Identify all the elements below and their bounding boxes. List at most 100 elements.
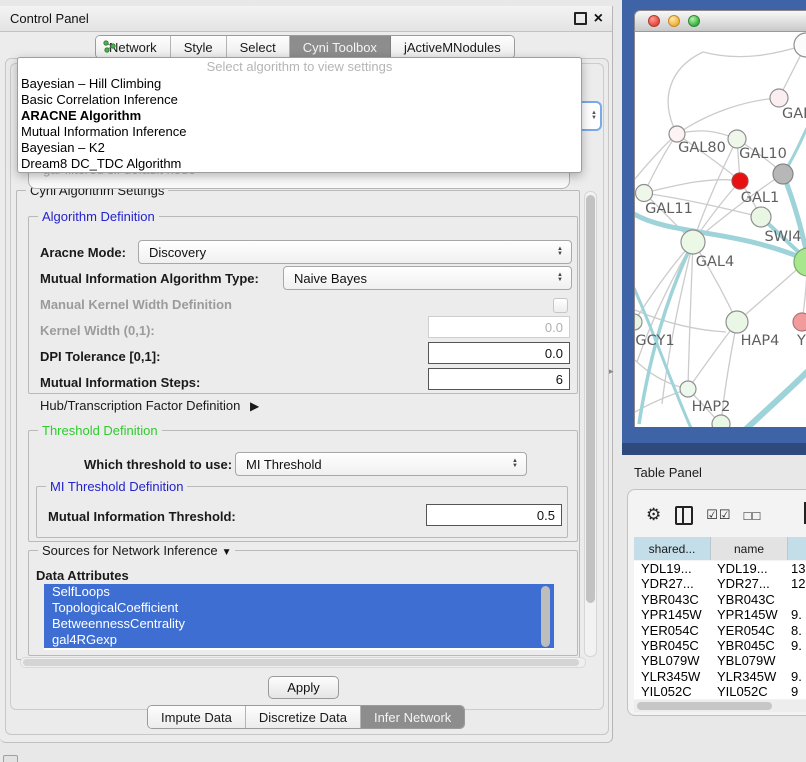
network-node[interactable] bbox=[712, 415, 730, 427]
network-window-titlebar[interactable] bbox=[634, 10, 806, 32]
dpi-tolerance-field[interactable]: 0.0 bbox=[428, 342, 570, 364]
mi-steps-label: Mutual Information Steps: bbox=[40, 375, 200, 390]
mi-steps-field[interactable]: 6 bbox=[428, 368, 570, 390]
mi-threshold-definition-title: MI Threshold Definition bbox=[46, 479, 187, 494]
splitter-handle-icon[interactable]: ▸ bbox=[609, 366, 614, 377]
network-node-label: GAL bbox=[782, 106, 806, 122]
data-attribute-item[interactable]: TopologicalCoefficient bbox=[44, 600, 554, 616]
column-header-clipped[interactable] bbox=[788, 537, 806, 560]
network-node-label: GAL80 bbox=[678, 140, 726, 156]
network-node[interactable] bbox=[773, 164, 793, 184]
column-header-shared-name[interactable]: shared... bbox=[634, 537, 711, 560]
close-traffic-light-icon[interactable] bbox=[648, 15, 660, 27]
which-threshold-label: Which threshold to use: bbox=[84, 457, 232, 472]
minimize-traffic-light-icon[interactable] bbox=[668, 15, 680, 27]
control-panel-tab[interactable]: jActiveMNodules bbox=[391, 36, 514, 58]
table-row[interactable]: YBL079W YBL079W bbox=[634, 653, 806, 668]
apply-button[interactable]: Apply bbox=[268, 676, 339, 699]
table-horizontal-scrollbar-thumb[interactable] bbox=[637, 702, 772, 710]
network-svg: GALGAL80GAL10GAL1GAL11SWI4GAL4GCY1HAP4YH… bbox=[635, 32, 806, 427]
table-row[interactable]: YLR345W YLR345W 9. bbox=[634, 669, 806, 684]
table-horizontal-scrollbar[interactable] bbox=[634, 700, 806, 712]
manual-kernel-width-checkbox[interactable] bbox=[553, 298, 568, 313]
split-columns-icon[interactable] bbox=[675, 506, 693, 525]
algorithm-dropdown-list: Bayesian – Hill ClimbingBasic Correlatio… bbox=[18, 76, 581, 172]
table-row[interactable]: YBR045C YBR045C 9. bbox=[634, 638, 806, 653]
table-row[interactable]: YBR043C YBR043C bbox=[634, 592, 806, 607]
mi-threshold-field[interactable]: 0.5 bbox=[426, 504, 562, 526]
table-row[interactable]: YDL19... YDL19... 13 bbox=[634, 561, 806, 576]
zoom-traffic-light-icon[interactable] bbox=[688, 15, 700, 27]
network-node[interactable] bbox=[680, 381, 696, 397]
data-attribute-item[interactable]: BetweennessCentrality bbox=[44, 616, 554, 632]
close-icon[interactable]: × bbox=[594, 13, 603, 25]
hub-definition-label: Hub/Transcription Factor Definition bbox=[40, 398, 240, 413]
network-node[interactable] bbox=[794, 33, 806, 57]
minimized-panel-icon[interactable] bbox=[3, 755, 18, 762]
mi-threshold-label: Mutual Information Threshold: bbox=[48, 509, 236, 524]
gear-icon[interactable]: ⚙ bbox=[646, 505, 661, 525]
combo-arrows-icon: ▲▼ bbox=[557, 247, 563, 257]
cyni-bottom-tab[interactable]: Discretize Data bbox=[246, 706, 361, 728]
network-node[interactable] bbox=[770, 89, 788, 107]
network-node[interactable] bbox=[636, 185, 653, 202]
network-node-label: GAL1 bbox=[741, 190, 779, 206]
cyni-bottom-tab[interactable]: Infer Network bbox=[361, 706, 464, 728]
network-node[interactable] bbox=[732, 173, 748, 189]
network-node[interactable] bbox=[751, 207, 771, 227]
table-panel-window: ⚙ ☑☑ □□ shared... name YDL19... YDL19...… bbox=[627, 489, 806, 716]
network-node-label: HAP4 bbox=[741, 333, 780, 349]
data-attribute-item[interactable]: gal4RGexp bbox=[44, 632, 554, 648]
table-row[interactable]: YDR27... YDR27... 12 bbox=[634, 576, 806, 591]
network-node-labels: GALGAL80GAL10GAL1GAL11SWI4GAL4GCY1HAP4YH… bbox=[635, 106, 806, 415]
table-toolbar: ⚙ ☑☑ □□ bbox=[634, 502, 806, 528]
algorithm-dropdown-item[interactable]: Bayesian – K2 bbox=[18, 140, 581, 156]
table-row[interactable]: YIL052C YIL052C 9 bbox=[634, 684, 806, 699]
data-attribute-item[interactable]: SelfLoops bbox=[44, 584, 554, 600]
network-node[interactable] bbox=[635, 314, 642, 330]
cyni-bottom-tab[interactable]: Impute Data bbox=[148, 706, 246, 728]
control-panel-tab[interactable]: Style bbox=[171, 36, 227, 58]
settings-vertical-scrollbar[interactable] bbox=[584, 191, 597, 657]
combo-arrows-icon: ▲▼ bbox=[557, 273, 563, 283]
mi-algorithm-type-value: Naive Bayes bbox=[284, 271, 367, 286]
algorithm-dropdown-item[interactable]: Dream8 DC_TDC Algorithm bbox=[18, 156, 581, 172]
network-node[interactable] bbox=[726, 311, 748, 333]
aracne-mode-combo[interactable]: Discovery ▲▼ bbox=[138, 240, 572, 264]
kernel-width-field[interactable]: 0.0 bbox=[428, 316, 570, 338]
attributes-scrollbar-thumb[interactable] bbox=[541, 586, 550, 647]
control-panel-tab[interactable]: Select bbox=[227, 36, 290, 58]
checked-pair-icon[interactable]: ☑☑ bbox=[706, 507, 731, 523]
settings-vertical-scrollbar-thumb[interactable] bbox=[586, 195, 595, 603]
data-attributes-label: Data Attributes bbox=[36, 568, 129, 583]
settings-horizontal-scrollbar-thumb[interactable] bbox=[23, 659, 579, 666]
collapsed-arrow-icon: ▶ bbox=[250, 399, 259, 413]
algorithm-dropdown-item[interactable]: Basic Correlation Inference bbox=[18, 92, 581, 108]
combo-down-arrow-icon: ▼ bbox=[591, 116, 597, 121]
network-node-label: GCY1 bbox=[635, 333, 674, 349]
unchecked-pair-icon[interactable]: □□ bbox=[744, 508, 762, 523]
algorithm-dropdown-placeholder: Select algorithm to view settings bbox=[18, 58, 581, 76]
control-panel-titlebar: Control Panel × bbox=[0, 6, 612, 32]
algorithm-dropdown-item[interactable]: Bayesian – Hill Climbing bbox=[18, 76, 581, 92]
combo-arrows-icon: ▲▼ bbox=[512, 459, 518, 469]
hub-definition-toggle[interactable]: Hub/Transcription Factor Definition ▶ bbox=[40, 398, 259, 413]
algorithm-dropdown-item[interactable]: Mutual Information Inference bbox=[18, 124, 581, 140]
network-node[interactable] bbox=[793, 313, 806, 331]
mi-algorithm-type-combo[interactable]: Naive Bayes ▲▼ bbox=[283, 266, 572, 290]
data-attributes-list: SelfLoopsTopologicalCoefficientBetweenne… bbox=[44, 584, 554, 650]
settings-horizontal-scrollbar[interactable] bbox=[20, 657, 586, 668]
table-row[interactable]: YPR145W YPR145W 9. bbox=[634, 607, 806, 622]
float-window-icon[interactable] bbox=[574, 12, 587, 25]
algorithm-dropdown-item[interactable]: ARACNE Algorithm bbox=[18, 108, 581, 124]
cyni-bottom-tab-bar: Impute DataDiscretize DataInfer Network bbox=[147, 705, 465, 729]
network-node-label: SWI4 bbox=[764, 229, 801, 245]
network-canvas[interactable]: GALGAL80GAL10GAL1GAL11SWI4GAL4GCY1HAP4YH… bbox=[634, 32, 806, 427]
table-row[interactable]: YER054C YER054C 8. bbox=[634, 623, 806, 638]
column-header-name[interactable]: name bbox=[711, 537, 788, 560]
network-node[interactable] bbox=[681, 230, 705, 254]
which-threshold-combo[interactable]: MI Threshold ▲▼ bbox=[235, 452, 527, 476]
expanded-arrow-icon[interactable]: ▼ bbox=[222, 547, 232, 558]
table-header-row: shared... name bbox=[634, 537, 806, 560]
control-panel-tab[interactable]: Cyni Toolbox bbox=[290, 36, 391, 58]
